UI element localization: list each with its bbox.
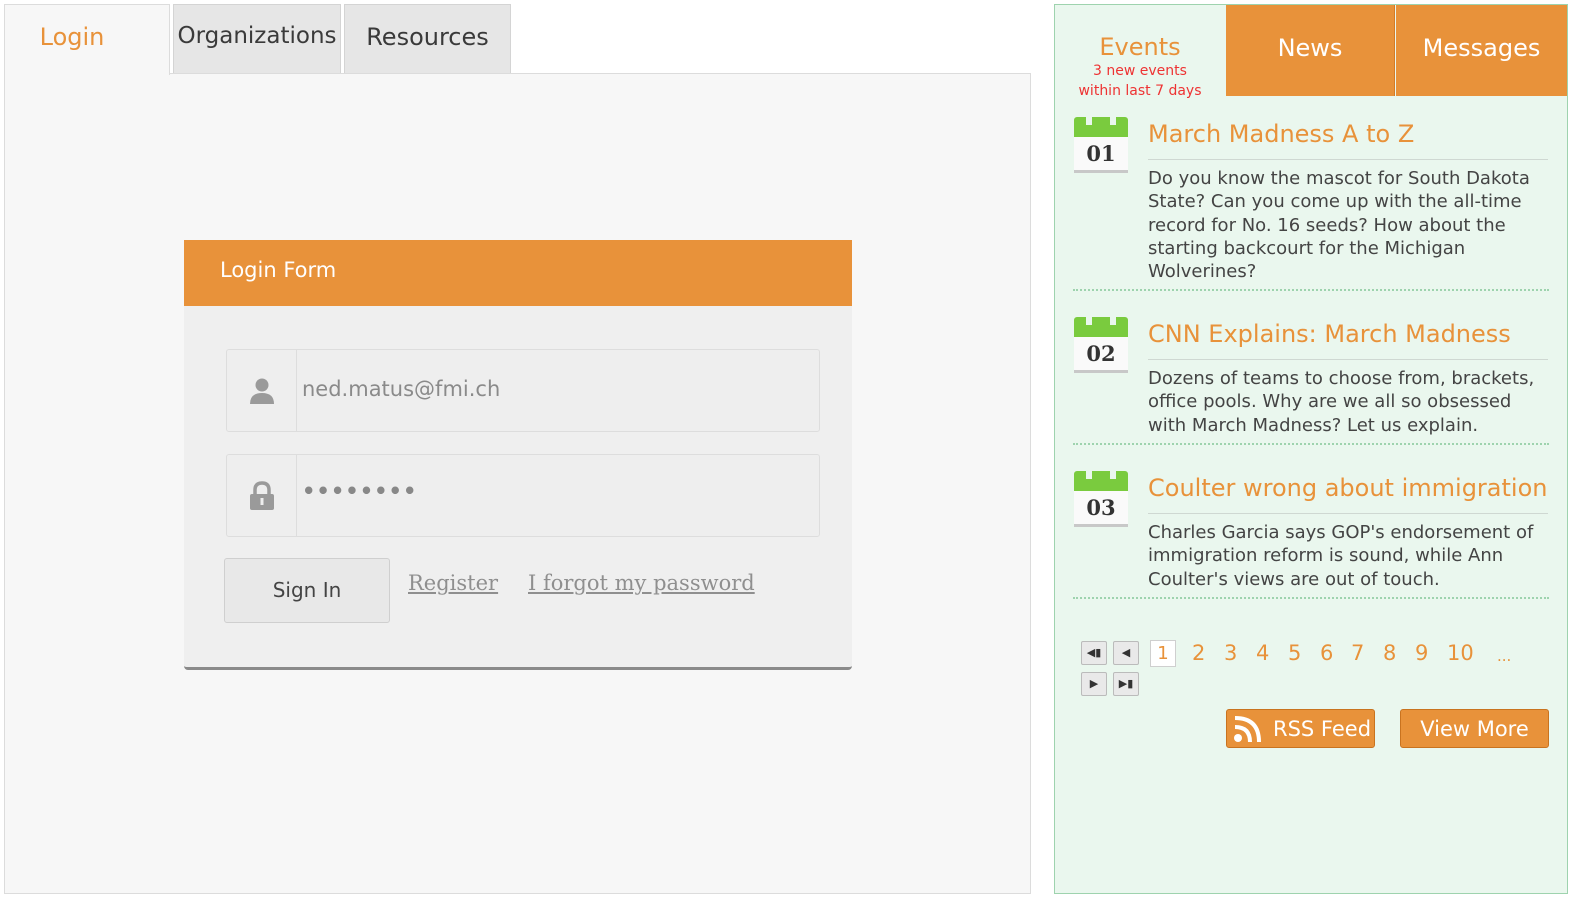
- events-range-note: within last 7 days: [1078, 83, 1202, 99]
- page-link[interactable]: 9: [1415, 641, 1428, 665]
- event-title[interactable]: March Madness A to Z: [1148, 120, 1414, 148]
- lock-icon: [227, 455, 297, 536]
- event-description: Do you know the mascot for South Dakota …: [1148, 167, 1548, 283]
- page-link[interactable]: 2: [1192, 641, 1205, 665]
- prev-page-icon[interactable]: ◀: [1113, 641, 1139, 665]
- login-form-title: Login Form: [220, 258, 337, 282]
- next-page-icon[interactable]: ▶: [1081, 672, 1107, 696]
- page-link[interactable]: 6: [1320, 641, 1333, 665]
- event-description-line: Dozens of teams to choose from, brackets…: [1148, 368, 1535, 389]
- view-more-label: View More: [1420, 717, 1529, 741]
- event-description-line: starting backcourt for the Michigan: [1148, 237, 1466, 259]
- password-value: ••••••••: [302, 479, 418, 503]
- event-description-line: Coulter's views are out of touch.: [1148, 568, 1440, 590]
- current-page[interactable]: 1: [1150, 640, 1176, 667]
- pagination-ellipsis: ...: [1497, 647, 1512, 665]
- event-day: 02: [1074, 337, 1128, 373]
- tab-events[interactable]: Events 3 new events within last 7 days: [1055, 5, 1225, 99]
- rss-icon: [1234, 716, 1261, 743]
- user-icon: [227, 350, 297, 431]
- sign-in-button[interactable]: Sign In: [224, 558, 390, 623]
- event-day: 03: [1074, 491, 1128, 527]
- calendar-icon: 02: [1074, 317, 1128, 375]
- email-field[interactable]: ned.matus@fmi.ch: [226, 349, 820, 432]
- tab-news[interactable]: News: [1226, 5, 1395, 96]
- tab-login-label: Login: [39, 23, 105, 51]
- event-description-line: State? Can you come up with the all-time: [1148, 191, 1522, 213]
- tab-login[interactable]: Login: [4, 4, 170, 75]
- sign-in-label: Sign In: [272, 578, 342, 602]
- tab-resources-label: Resources: [366, 23, 489, 51]
- tab-news-label: News: [1277, 34, 1343, 62]
- login-form-header: Login Form: [184, 240, 852, 306]
- tab-messages-label: Messages: [1422, 34, 1541, 62]
- calendar-icon: 03: [1074, 471, 1128, 529]
- event-description: Charles Garcia says GOP's endorsement of…: [1148, 521, 1548, 591]
- event-title[interactable]: CNN Explains: March Madness: [1148, 320, 1511, 348]
- tab-messages[interactable]: Messages: [1396, 5, 1567, 96]
- event-description-line: office pools. Why are we all so obsessed: [1148, 391, 1512, 413]
- calendar-icon: 01: [1074, 117, 1128, 175]
- tab-events-label: Events: [1099, 33, 1181, 61]
- page-link[interactable]: 8: [1383, 641, 1396, 665]
- event-description: Dozens of teams to choose from, brackets…: [1148, 367, 1548, 437]
- divider: [1073, 289, 1549, 291]
- view-more-button[interactable]: View More: [1400, 709, 1549, 748]
- tab-organizations[interactable]: Organizations: [173, 4, 341, 74]
- tab-resources[interactable]: Resources: [344, 4, 511, 74]
- divider: [1148, 359, 1548, 360]
- events-count-note: 3 new events: [1093, 63, 1187, 79]
- divider: [1073, 597, 1549, 599]
- password-field[interactable]: ••••••••: [226, 454, 820, 537]
- email-value: ned.matus@fmi.ch: [302, 377, 501, 401]
- page-link[interactable]: 4: [1256, 641, 1269, 665]
- forgot-password-link[interactable]: I forgot my password: [528, 571, 755, 595]
- register-link[interactable]: Register: [408, 571, 498, 595]
- rss-feed-button[interactable]: RSS Feed: [1226, 709, 1375, 748]
- event-description-line: record for No. 16 seeds? How about the: [1148, 214, 1506, 236]
- divider: [1148, 159, 1548, 160]
- event-description-line: with March Madness? Let us explain.: [1148, 414, 1479, 436]
- last-page-icon[interactable]: ▶▮: [1113, 672, 1139, 696]
- page-link[interactable]: 7: [1351, 641, 1364, 665]
- tab-organizations-label: Organizations: [177, 23, 337, 49]
- divider: [1073, 443, 1549, 445]
- event-description-line: Wolverines?: [1148, 261, 1257, 283]
- event-day: 01: [1074, 137, 1128, 173]
- first-page-icon[interactable]: ◀▮: [1081, 641, 1107, 665]
- rss-feed-label: RSS Feed: [1273, 717, 1372, 741]
- event-title[interactable]: Coulter wrong about immigration: [1148, 474, 1547, 502]
- event-description-line: Charles Garcia says GOP's endorsement of: [1148, 522, 1534, 543]
- page-link[interactable]: 3: [1224, 641, 1237, 665]
- divider: [1148, 513, 1548, 514]
- event-description-line: Do you know the mascot for South Dakota: [1148, 168, 1530, 189]
- page-link[interactable]: 10: [1447, 641, 1474, 665]
- page-link[interactable]: 5: [1288, 641, 1301, 665]
- event-description-line: immigration reform is sound, while Ann: [1148, 545, 1504, 567]
